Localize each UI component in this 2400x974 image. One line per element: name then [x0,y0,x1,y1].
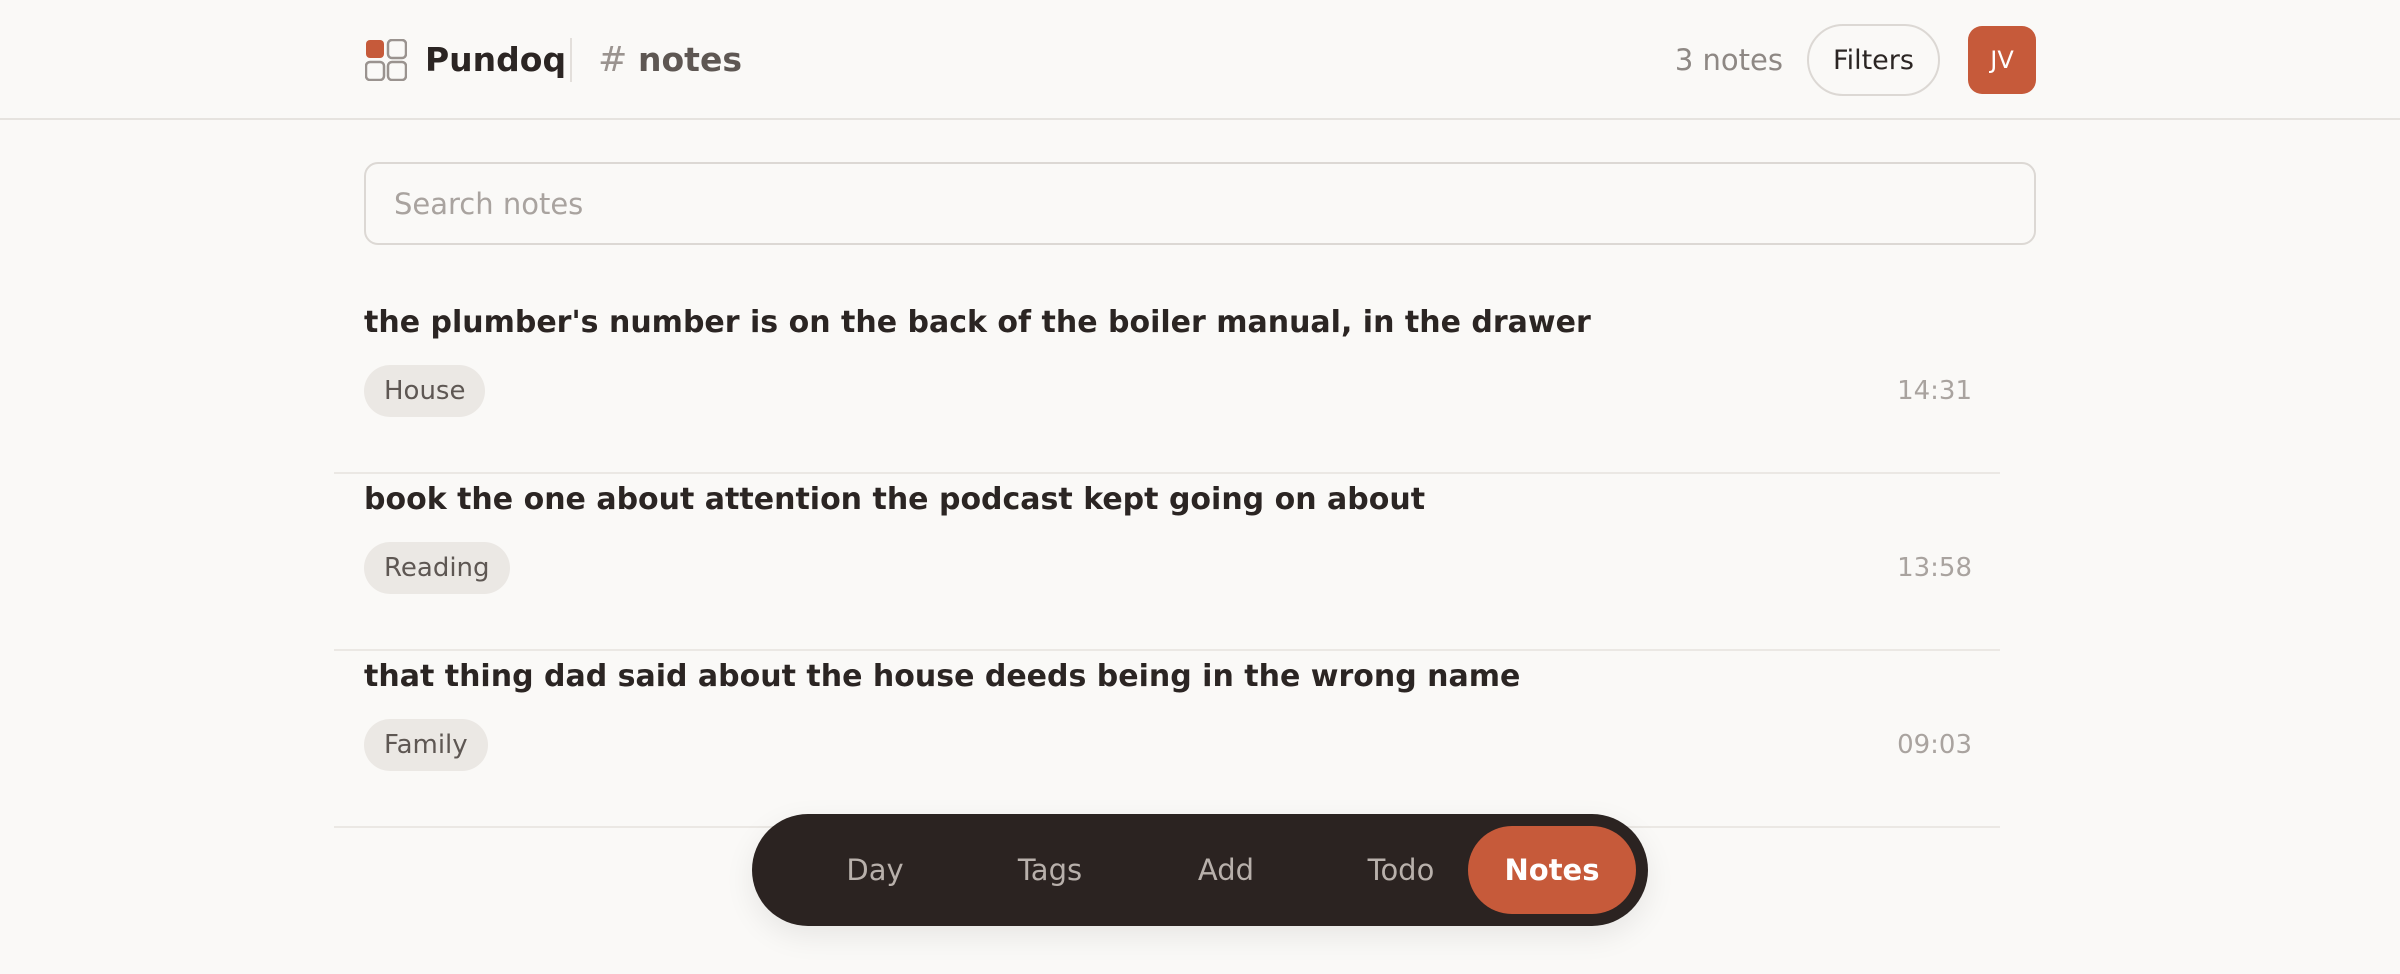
note-time: 13:58 [1897,553,1972,583]
app-header: Pundoq # notes 3 notes Filters JV [0,0,2400,120]
filters-button[interactable]: Filters [1807,24,1940,96]
note-item[interactable]: the plumber's number is on the back of t… [334,298,2000,474]
note-item[interactable]: that thing dad said about the house deed… [334,652,2000,828]
note-item[interactable]: book the one about attention the podcast… [334,475,2000,651]
note-text: book the one about attention the podcast… [364,482,1426,517]
nav-day[interactable]: Day [800,826,950,914]
nav-todo[interactable]: Todo [1326,826,1476,914]
user-avatar[interactable]: JV [1968,26,2036,94]
note-text: that thing dad said about the house deed… [364,659,1521,694]
note-time: 09:03 [1897,730,1972,760]
bottom-nav: Day Tags Add Todo Notes [752,814,1648,926]
header-divider [570,38,572,82]
channel-title: notes [638,40,742,79]
nav-tags[interactable]: Tags [975,826,1125,914]
note-text: the plumber's number is on the back of t… [364,305,1591,340]
note-time: 14:31 [1897,376,1972,406]
note-count: 3 notes [1674,43,1783,77]
nav-add[interactable]: Add [1151,826,1301,914]
note-tag[interactable]: Family [364,719,488,771]
app-logo-icon [365,39,407,81]
search-input[interactable] [364,162,2036,245]
hash-icon: # [598,40,628,80]
app-name: Pundoq [425,40,567,79]
note-tag[interactable]: Reading [364,542,510,594]
note-tag[interactable]: House [364,365,486,417]
nav-notes[interactable]: Notes [1468,826,1636,914]
